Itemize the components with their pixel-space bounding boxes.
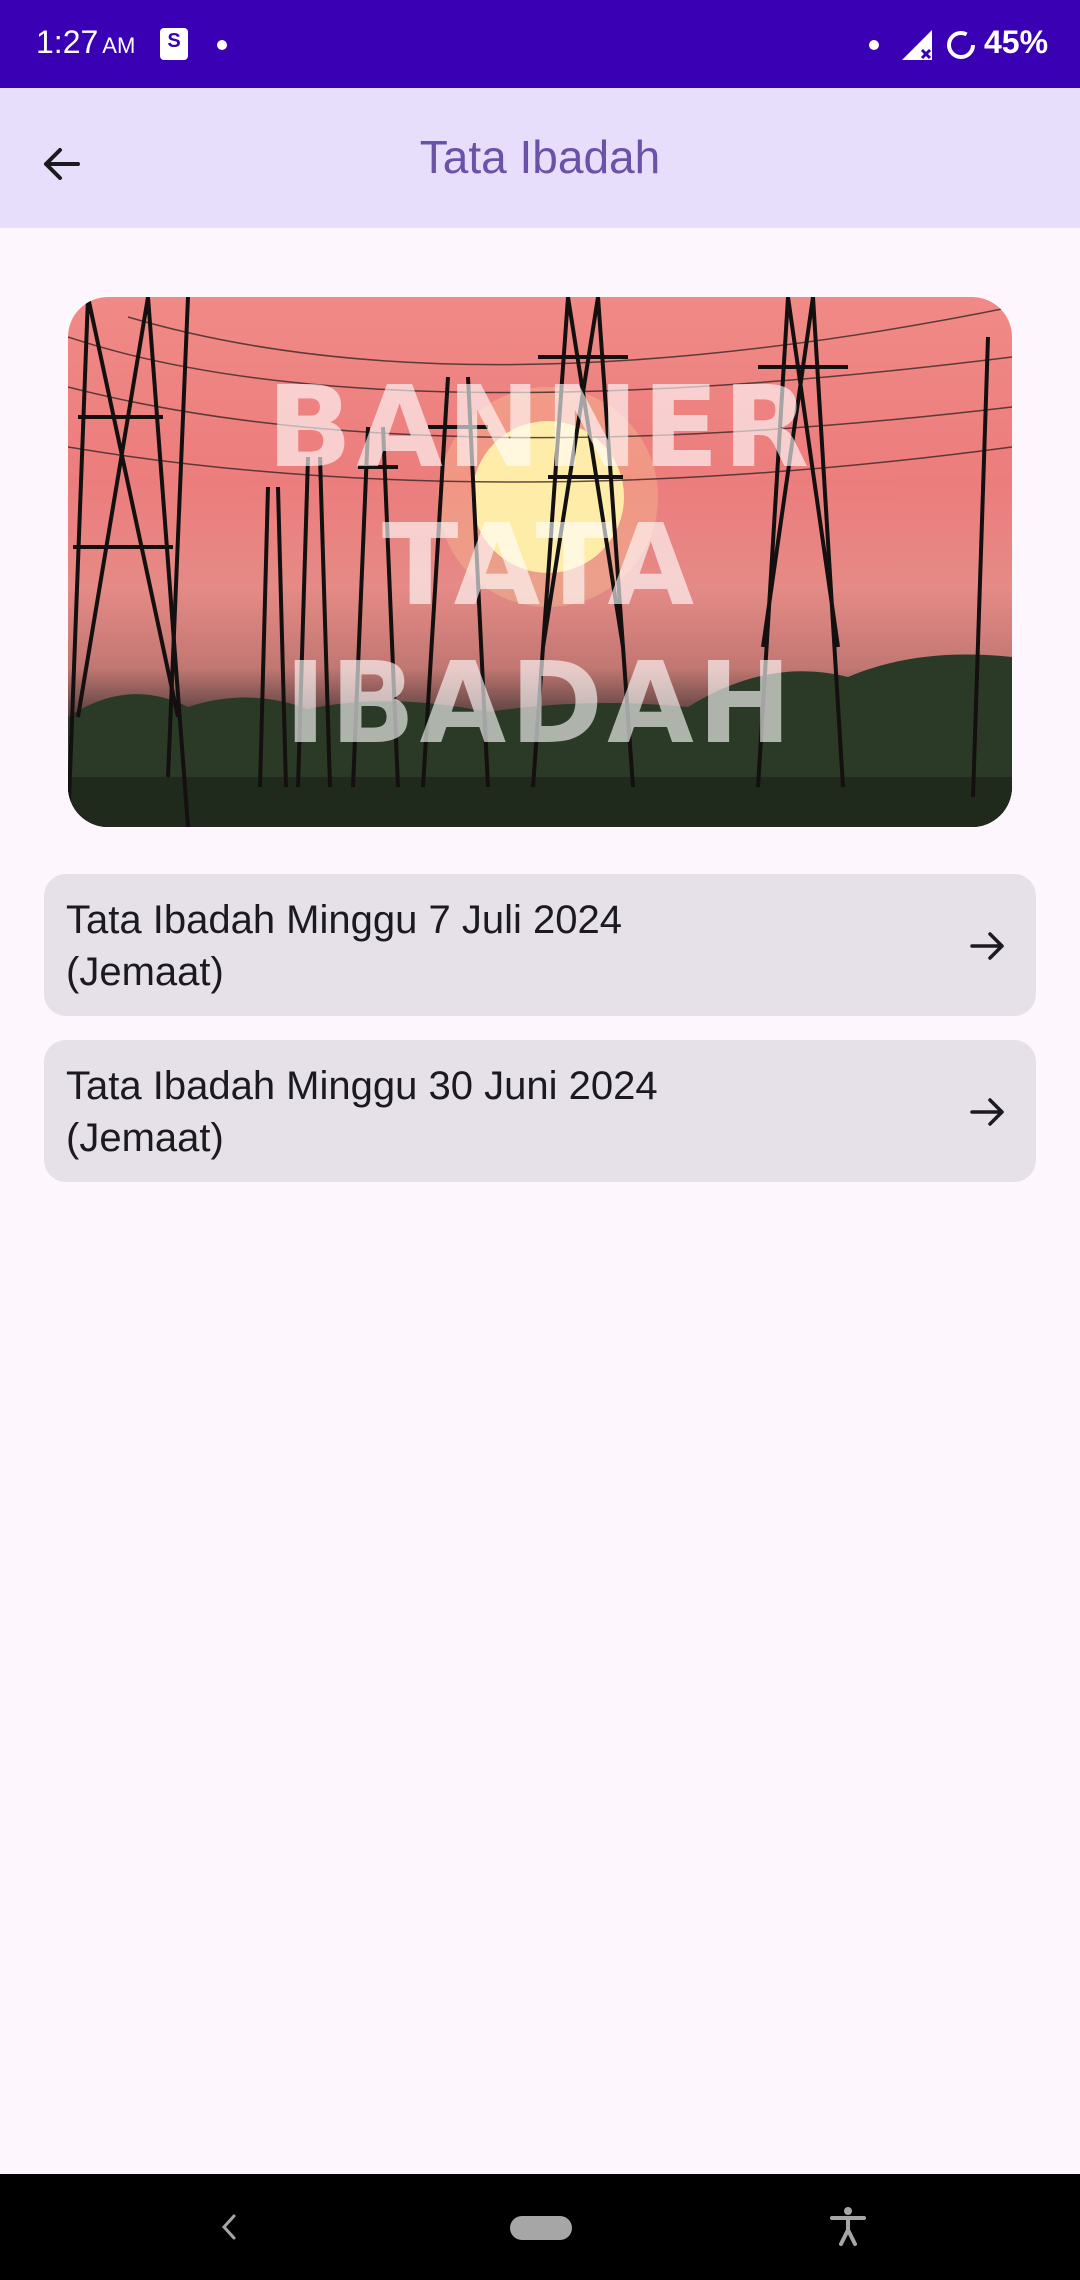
list-item-subtitle: (Jemaat) (66, 1116, 224, 1160)
shopping-bag-icon: S (160, 28, 188, 60)
list-item-label: Tata Ibadah Minggu 30 Juni 2024 (Jemaat) (66, 1060, 886, 1164)
banner-text-line2: TATA (381, 501, 699, 631)
nav-home-button[interactable] (510, 2216, 572, 2240)
shopping-bag-letter: S (167, 30, 181, 52)
system-navigation-bar (0, 2174, 1080, 2280)
accessibility-icon[interactable] (826, 2204, 870, 2248)
list-item[interactable]: Tata Ibadah Minggu 7 Juli 2024 (Jemaat) (44, 874, 1036, 1016)
banner-image: BANNER TATA IBADAH (68, 297, 1012, 827)
list-item-subtitle: (Jemaat) (66, 950, 224, 994)
notification-dot-icon (217, 40, 227, 50)
status-bar: 1:27 AM S 45% (0, 0, 1080, 88)
list-item[interactable]: Tata Ibadah Minggu 30 Juni 2024 (Jemaat) (44, 1040, 1036, 1182)
list-item-title: Tata Ibadah Minggu 30 Juni 2024 (66, 1064, 658, 1108)
top-app-bar: Tata Ibadah (0, 88, 1080, 228)
list-item-label: Tata Ibadah Minggu 7 Juli 2024 (Jemaat) (66, 894, 886, 998)
status-time-ampm: AM (102, 33, 136, 58)
battery-percent: 45% (984, 24, 1049, 60)
list-item-title: Tata Ibadah Minggu 7 Juli 2024 (66, 898, 622, 942)
banner-text: BANNER TATA IBADAH (68, 359, 1012, 773)
nav-back-icon[interactable] (218, 2212, 240, 2242)
arrow-forward-icon (970, 1098, 1004, 1126)
page-title: Tata Ibadah (419, 131, 661, 183)
battery-saver-icon (947, 31, 975, 59)
banner-text-line1: BANNER (266, 363, 814, 493)
status-time: 1:27 AM (36, 24, 135, 61)
status-dot-icon (869, 40, 879, 50)
worship-order-list: Tata Ibadah Minggu 7 Juli 2024 (Jemaat) … (44, 874, 1036, 1206)
banner-text-line3: IBADAH (284, 639, 796, 769)
arrow-forward-icon (970, 932, 1004, 960)
signal-no-data-icon (902, 30, 932, 60)
status-time-value: 1:27 (36, 24, 99, 60)
